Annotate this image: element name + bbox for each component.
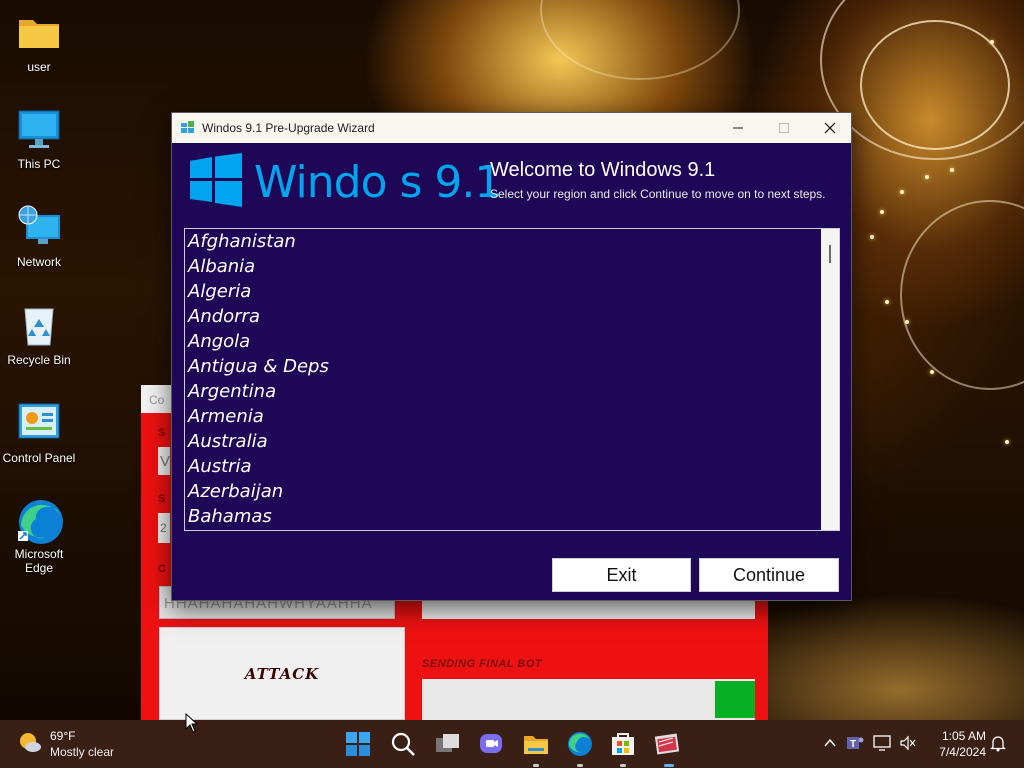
network-icon — [16, 205, 62, 251]
control-panel-icon — [16, 401, 62, 447]
welcome-heading: Welcome to Windows 9.1 — [490, 159, 716, 181]
country-list-item[interactable]: Afghanistan — [188, 229, 839, 254]
running-indicator — [577, 764, 583, 767]
volume-muted-icon[interactable] — [899, 734, 917, 752]
windows-logo-icon — [190, 153, 242, 207]
recycle-bin-icon — [16, 303, 62, 349]
clock-date: 7/4/2024 — [939, 745, 986, 759]
running-indicator — [533, 764, 539, 767]
system-clock[interactable]: 1:05 AM 7/4/2024 — [924, 728, 986, 760]
country-list-item[interactable]: Algeria — [188, 279, 839, 304]
scrollbar-thumb[interactable] — [829, 245, 831, 263]
taskbar: 69°F Mostly clear T 1:05 AM 7/4/2024 — [0, 720, 1024, 768]
country-list-item[interactable]: Australia — [188, 429, 839, 454]
file-explorer-icon[interactable] — [522, 730, 550, 758]
continue-button[interactable]: Continue — [699, 558, 839, 592]
edge-icon — [16, 497, 63, 544]
wizard-title: Windos 9.1 Pre-Upgrade Wizard — [202, 121, 375, 135]
svg-text:T: T — [850, 739, 856, 750]
clock-time: 1:05 AM — [941, 729, 986, 743]
mouse-cursor-icon — [185, 713, 197, 733]
wizard-titlebar: Windos 9.1 Pre-Upgrade Wizard — [172, 113, 851, 143]
country-list-item[interactable]: Armenia — [188, 404, 839, 429]
desktop-icon-microsoft-edge[interactable]: Microsoft Edge — [0, 497, 78, 575]
task-view-icon[interactable] — [434, 730, 462, 758]
progress-fill — [715, 681, 755, 718]
wizard-app-icon — [181, 121, 194, 133]
display-icon[interactable] — [873, 734, 893, 752]
chevron-up-icon[interactable] — [824, 738, 836, 748]
close-button[interactable] — [807, 113, 853, 143]
exit-button[interactable]: Exit — [552, 558, 691, 592]
country-list-item[interactable]: Andorra — [188, 304, 839, 329]
attack-button[interactable]: ATTACK — [159, 627, 405, 720]
running-indicator — [620, 764, 626, 767]
close-icon — [824, 122, 836, 134]
background-app-title: Co — [149, 393, 165, 407]
desktop-icon-network[interactable]: Network — [0, 205, 78, 269]
desktop-icon-this-pc[interactable]: This PC — [0, 107, 78, 171]
folder-icon — [16, 10, 62, 56]
moon-cloud-icon — [20, 733, 41, 752]
edge-icon[interactable] — [566, 730, 594, 758]
region-listbox[interactable]: Afghanistan Albania Algeria Andorra Angola An… — [184, 228, 840, 531]
app-icon[interactable] — [653, 730, 681, 758]
country-list-item[interactable]: Bahamas — [188, 504, 839, 529]
country-list-item[interactable]: Angola — [188, 329, 839, 354]
country-list-item[interactable]: Azerbaijan — [188, 479, 839, 504]
country-list: Afghanistan Albania Algeria Andorra Angola An… — [185, 229, 839, 529]
upgrade-wizard-window[interactable]: Windos 9.1 Pre-Upgrade Wizard Windo s 9.… — [171, 112, 852, 601]
desktop-icon-recycle-bin[interactable]: Recycle Bin — [0, 303, 78, 367]
weather-temp: 69°F — [50, 729, 76, 743]
search-icon[interactable] — [389, 730, 417, 758]
country-list-item[interactable]: Austria — [188, 454, 839, 479]
monitor-icon — [16, 107, 62, 153]
sending-status-label: SENDING FINAL BOT — [422, 658, 543, 670]
sending-progress-bar — [422, 679, 755, 720]
country-list-item[interactable]: Antigua & Deps — [188, 354, 839, 379]
logo-text: Windo s 9.1 — [254, 157, 502, 208]
start-icon[interactable] — [344, 730, 372, 758]
weather-condition: Mostly clear — [50, 745, 115, 759]
active-indicator — [664, 764, 674, 767]
maximize-button[interactable] — [761, 113, 807, 143]
notification-bell-icon[interactable] — [990, 734, 1006, 752]
country-list-item[interactable]: Argentina — [188, 379, 839, 404]
desktop-icon-user[interactable]: user — [0, 10, 78, 74]
listbox-scrollbar[interactable] — [821, 229, 839, 530]
chat-icon[interactable] — [477, 730, 505, 758]
minimize-button[interactable] — [715, 113, 761, 143]
minimize-icon — [733, 127, 743, 129]
teams-icon[interactable]: T — [846, 734, 864, 752]
maximize-icon — [779, 123, 789, 133]
store-icon[interactable] — [609, 730, 637, 758]
country-list-item[interactable]: Albania — [188, 254, 839, 279]
desktop-icon-control-panel[interactable]: Control Panel — [0, 401, 78, 465]
instructions-text: Select your region and click Continue to… — [490, 187, 826, 201]
windos-logo: Windo s 9.1 — [190, 153, 502, 213]
